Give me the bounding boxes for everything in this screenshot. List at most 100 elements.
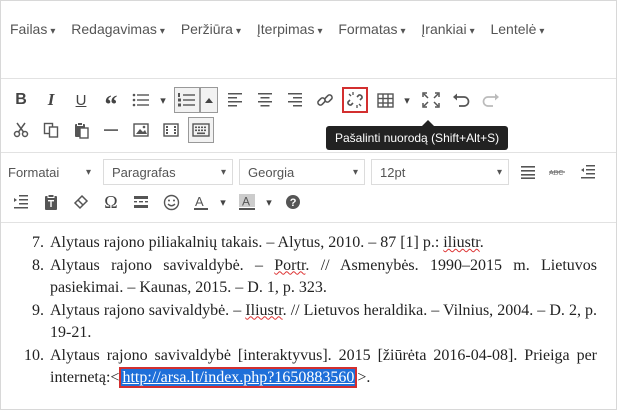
film-icon <box>163 123 179 137</box>
formats-select[interactable]: Formatai ▾ <box>2 159 97 185</box>
bold-button[interactable]: B <box>8 87 34 113</box>
chevron-down-icon: ▾ <box>220 196 226 209</box>
outdent-icon <box>581 165 595 179</box>
menu-failas[interactable]: Failas ▾ <box>10 16 55 45</box>
fullscreen-icon <box>422 92 440 108</box>
chevron-down-icon: ▾ <box>50 26 56 37</box>
bullet-list-button[interactable] <box>128 87 154 113</box>
undo-button[interactable] <box>448 87 474 113</box>
toolbar-row-1: B I U “ ▾ ▾ <box>8 86 508 119</box>
special-character-button[interactable]: Ω <box>98 189 124 215</box>
font-family-select[interactable]: Georgia ▾ <box>239 159 365 185</box>
strikethrough-button[interactable]: ABC <box>545 159 571 185</box>
text-segment: >. <box>357 369 371 386</box>
reference-list: 7. Alytaus rajono piliakalnių takais. – … <box>0 232 617 390</box>
chevron-down-icon: ▾ <box>160 94 166 107</box>
align-justify-icon <box>521 166 535 179</box>
align-left-button[interactable] <box>222 87 248 113</box>
blockquote-button[interactable]: “ <box>98 87 124 119</box>
horizontal-line-button[interactable] <box>98 117 124 143</box>
chevron-down-icon: ▾ <box>496 166 502 178</box>
redo-button[interactable] <box>478 87 504 113</box>
bullet-list-icon <box>132 93 149 107</box>
insert-media-button[interactable] <box>158 117 184 143</box>
menu-irankiai[interactable]: Įrankiai ▾ <box>421 16 474 45</box>
background-color-dropdown[interactable]: ▾ <box>262 189 276 215</box>
numbered-list-dropdown[interactable] <box>200 87 218 113</box>
editor-content[interactable]: 7. Alytaus rajono piliakalnių takais. – … <box>0 232 617 410</box>
undo-icon <box>453 93 470 107</box>
menu-label: Lentelė <box>490 21 537 37</box>
help-icon: ? <box>286 195 300 209</box>
text-color-dropdown[interactable]: ▾ <box>216 189 230 215</box>
svg-text:?: ? <box>290 197 297 209</box>
menu-label: Peržiūra <box>180 21 233 37</box>
redo-icon <box>482 93 499 107</box>
selected-hyperlink[interactable]: http://arsa.lt/index.php?1650883560 <box>119 367 358 388</box>
chevron-down-icon: ▾ <box>159 26 165 37</box>
chevron-down-icon: ▾ <box>404 94 410 107</box>
menu-iterpimas[interactable]: Įterpimas ▾ <box>257 16 323 45</box>
table-button[interactable] <box>372 87 398 113</box>
table-dropdown[interactable]: ▾ <box>400 87 414 113</box>
chevron-down-icon: ▾ <box>266 196 272 209</box>
formats-label: Formatai <box>8 164 60 180</box>
toolbar-row-2 <box>8 116 218 144</box>
paragraph-select[interactable]: Paragrafas ▾ <box>103 159 233 185</box>
insert-link-button[interactable] <box>312 87 338 113</box>
page-break-button[interactable] <box>128 189 154 215</box>
align-right-button[interactable] <box>282 87 308 113</box>
italic-button[interactable]: I <box>38 87 64 113</box>
menu-label: Įrankiai <box>421 21 467 37</box>
paste-as-text-button[interactable] <box>38 189 64 215</box>
unlink-icon <box>347 92 363 108</box>
justify-button[interactable] <box>515 159 541 185</box>
menu-redagavimas[interactable]: Redagavimas ▾ <box>71 16 165 45</box>
align-right-icon <box>288 93 302 107</box>
toolbar-divider <box>1 152 616 153</box>
align-center-icon <box>258 93 272 107</box>
toggle-toolbar-button[interactable] <box>188 117 214 143</box>
menu-formatas[interactable]: Formatas ▾ <box>338 16 405 45</box>
menu-label: Įterpimas <box>256 21 315 37</box>
paragraph-label: Paragrafas <box>112 164 176 180</box>
toolbar-row-4: Ω A ▾ A ▾ ? <box>8 188 310 216</box>
clipboard-text-icon <box>45 193 57 210</box>
menu-perziura[interactable]: Peržiūra ▾ <box>181 16 241 45</box>
font-size-select[interactable]: 12pt ▾ <box>371 159 509 185</box>
menu-label: Failas <box>10 21 48 37</box>
align-center-button[interactable] <box>252 87 278 113</box>
clear-formatting-button[interactable] <box>68 189 94 215</box>
emoticons-button[interactable] <box>158 189 184 215</box>
unlink-button[interactable] <box>342 87 368 113</box>
chevron-down-icon: ▾ <box>539 26 545 37</box>
list-text: Alytaus rajono savivaldybė [interaktyvus… <box>50 345 597 390</box>
menubar: Failas ▾ Redagavimas ▾ Peržiūra ▾ Įterpimas… <box>10 16 570 45</box>
background-color-button[interactable]: A <box>234 189 260 215</box>
menu-lentele[interactable]: Lentelė ▾ <box>490 16 544 45</box>
fullscreen-button[interactable] <box>418 87 444 113</box>
align-left-icon <box>228 93 242 107</box>
copy-icon <box>43 122 59 138</box>
bullet-list-dropdown[interactable]: ▾ <box>156 87 170 113</box>
insert-image-button[interactable] <box>128 117 154 143</box>
underline-button[interactable]: U <box>68 87 94 113</box>
indent-button[interactable] <box>8 189 34 215</box>
smiley-icon <box>163 194 179 210</box>
svg-text:A: A <box>195 194 204 209</box>
list-number: 9. <box>32 301 44 319</box>
paste-button[interactable] <box>68 117 94 143</box>
copy-button[interactable] <box>38 117 64 143</box>
outdent-button[interactable] <box>575 159 601 185</box>
misspelled-word: Iliustr <box>245 301 283 319</box>
text-color-button[interactable]: A <box>188 189 214 215</box>
misspelled-word: Portr <box>274 256 306 274</box>
text-segment: Alytaus rajono savivaldybė. – <box>50 256 275 274</box>
numbered-list-button[interactable] <box>174 87 200 113</box>
help-button[interactable]: ? <box>280 189 306 215</box>
unlink-tooltip: Pašalinti nuorodą (Shift+Alt+S) <box>326 120 509 150</box>
indent-icon <box>14 195 28 209</box>
cut-button[interactable] <box>8 117 34 143</box>
page-break-icon <box>134 196 148 208</box>
image-icon <box>133 123 149 137</box>
